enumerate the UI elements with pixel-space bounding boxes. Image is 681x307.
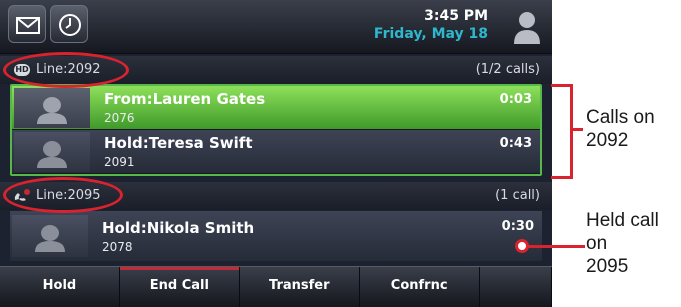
call-row-active[interactable]: From:Lauren Gates 2076 0:03	[12, 86, 540, 130]
caller-name: Hold:Teresa Swift	[104, 134, 253, 152]
annotation-line: 2092	[586, 130, 629, 151]
call-row-hold[interactable]: Hold:Nikola Smith 2078 0:30	[10, 211, 542, 261]
contact-avatar-icon	[37, 141, 67, 168]
annotation-held-call-2095: Held call on 2095	[586, 209, 659, 278]
clock-date: Friday, May 18	[373, 26, 488, 42]
annotation-pointer-line	[523, 245, 585, 248]
end-call-button[interactable]: End Call	[119, 267, 240, 307]
status-bar: 3:45 PM Friday, May 18	[0, 0, 552, 54]
contact-avatar-icon	[35, 225, 65, 252]
conference-button[interactable]: Confrnc	[360, 267, 480, 307]
caller-photo	[14, 132, 90, 172]
caller-number: 2078	[102, 240, 133, 254]
annotation-pointer-dot	[515, 239, 529, 253]
annotation-line: 2095	[586, 256, 629, 277]
softkey-empty	[480, 267, 552, 307]
clock-icon	[59, 14, 81, 36]
call-list-2092: From:Lauren Gates 2076 0:03 Hold:Teresa …	[10, 84, 542, 176]
softkey-bar: Hold End Call Transfer Confrnc	[0, 266, 552, 307]
caller-number: 2076	[104, 111, 135, 125]
call-row-hold[interactable]: Hold:Teresa Swift 2091 0:43	[12, 130, 540, 174]
highlight-ellipse-line-2095	[3, 177, 123, 213]
phone-screen: 3:45 PM Friday, May 18 HD Line:2092 (1/2…	[0, 0, 552, 307]
caller-photo	[12, 215, 88, 257]
annotation-bracket-tick	[573, 128, 583, 131]
call-timer: 0:43	[499, 136, 532, 151]
call-timer: 0:03	[499, 92, 532, 107]
highlight-ellipse-line-2092	[3, 52, 129, 88]
contact-avatar-icon	[37, 97, 67, 124]
caller-photo	[14, 88, 90, 128]
annotation-line: Calls on	[586, 107, 655, 128]
call-count: (1 call)	[495, 188, 540, 203]
messages-button[interactable]	[8, 5, 46, 43]
annotation-line: on	[586, 233, 608, 254]
call-count: (1/2 calls)	[475, 62, 540, 77]
envelope-icon	[16, 17, 40, 34]
caller-number: 2091	[104, 155, 135, 169]
transfer-button[interactable]: Transfer	[240, 267, 360, 307]
user-avatar-icon[interactable]	[512, 8, 542, 46]
annotation-bracket	[551, 84, 573, 179]
annotation-line: Held call	[586, 210, 659, 231]
call-timer: 0:30	[501, 219, 534, 234]
caller-name: Hold:Nikola Smith	[102, 219, 255, 237]
hold-button[interactable]: Hold	[0, 267, 120, 307]
annotation-calls-on-2092: Calls on 2092	[586, 106, 655, 152]
clock-time: 3:45 PM	[424, 8, 488, 24]
caller-name: From:Lauren Gates	[104, 90, 266, 108]
history-button[interactable]	[50, 5, 88, 43]
